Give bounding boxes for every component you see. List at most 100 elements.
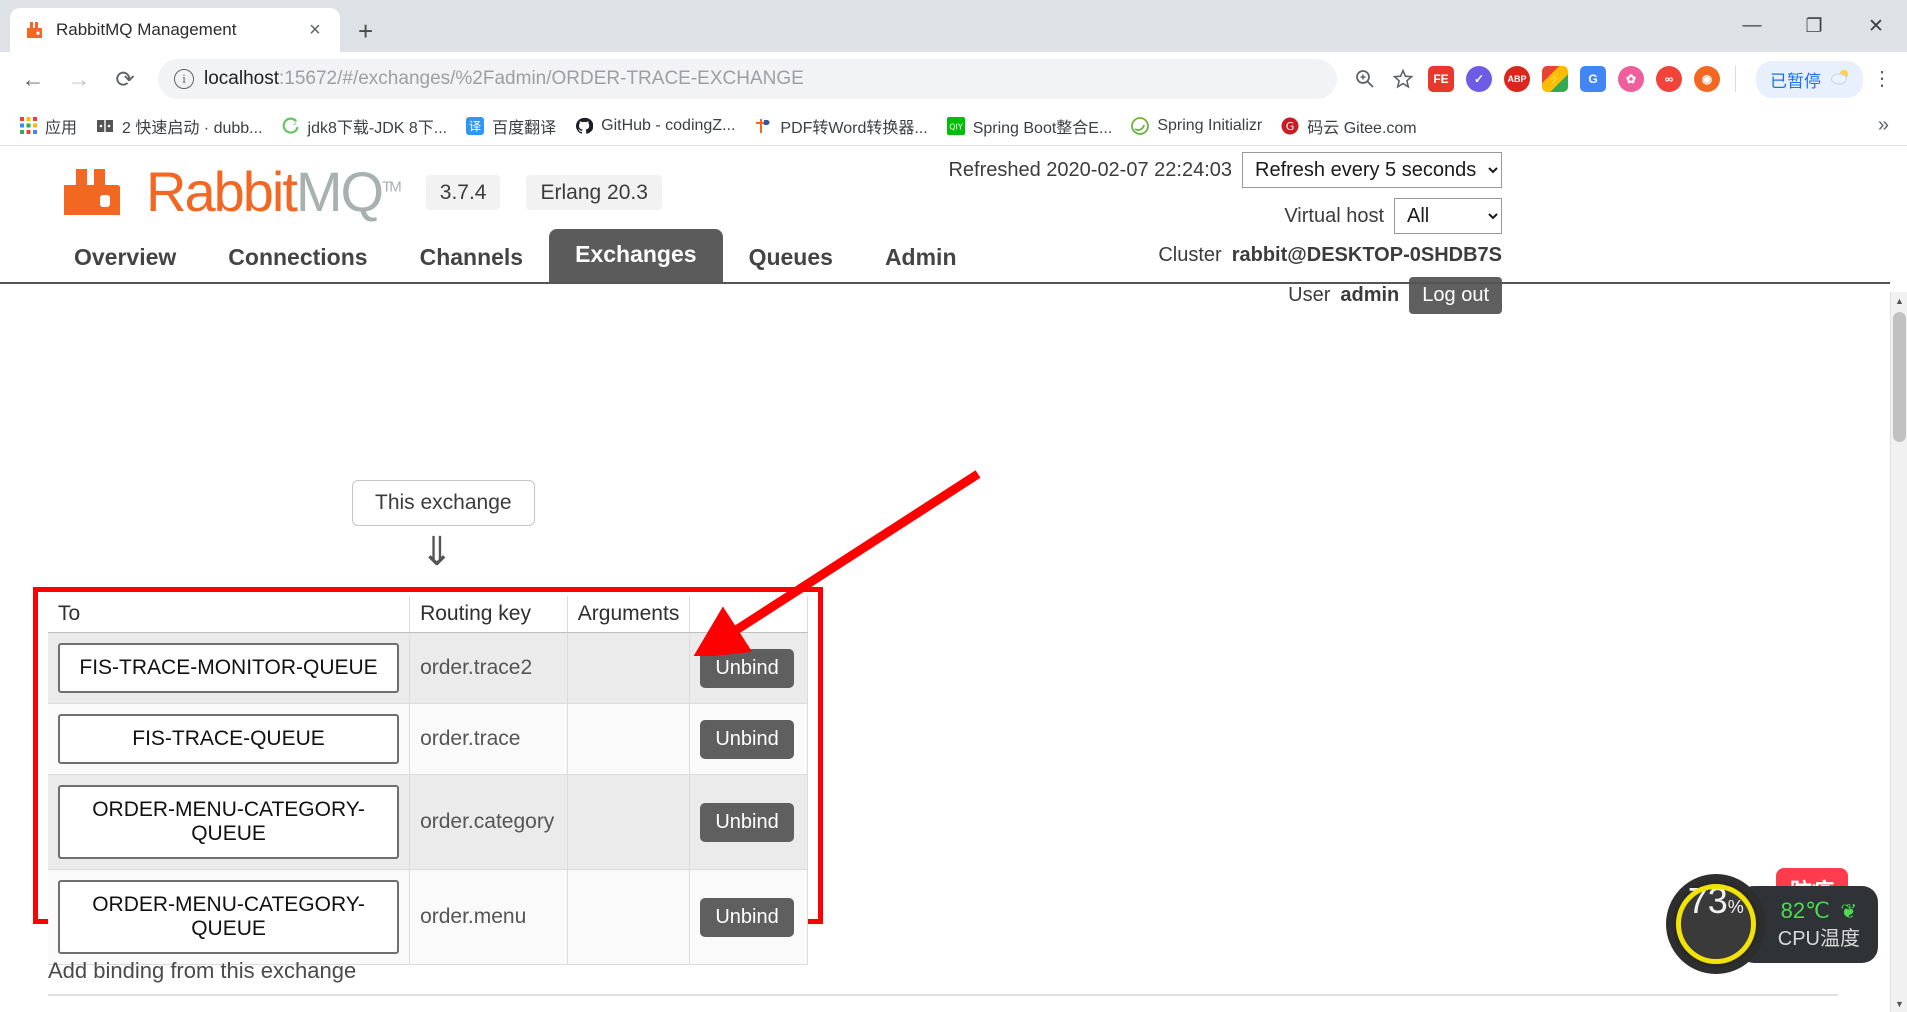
tab-exchanges[interactable]: Exchanges <box>549 229 723 282</box>
logo-rabbit-text: Rabbit <box>146 160 298 223</box>
close-icon[interactable]: × <box>304 20 326 40</box>
google-translate-icon[interactable]: G <box>1577 63 1609 95</box>
bookmark-label: jdk8下载-JDK 8下... <box>307 119 448 137</box>
tab-title: RabbitMQ Management <box>56 20 237 39</box>
bookmark-pdf-to-word[interactable]: PDF转Word转换器... <box>745 110 935 142</box>
bookmark-star-icon[interactable] <box>1387 63 1419 95</box>
tab-channels[interactable]: Channels <box>394 234 550 282</box>
vhost-row: Virtual host All <box>948 198 1502 234</box>
unbind-button[interactable]: Unbind <box>700 897 794 937</box>
svg-text:译: 译 <box>469 119 481 133</box>
queue-link[interactable]: ORDER-MENU-CATEGORY-QUEUE <box>58 785 400 859</box>
tab-connections[interactable]: Connections <box>202 234 393 282</box>
lightning-extension-icon[interactable]: ⚡ <box>1539 63 1571 95</box>
svg-text:G: G <box>1286 120 1295 133</box>
maximize-icon[interactable]: ❐ <box>1783 0 1845 52</box>
pinwheel-extension-icon[interactable]: ✿ <box>1615 63 1647 95</box>
user-label: User <box>1288 284 1331 306</box>
infinity-extension-icon[interactable]: ∞ <box>1653 63 1685 95</box>
browser-tab[interactable]: RabbitMQ Management × <box>10 8 340 52</box>
app-header: RabbitMQTM 3.7.4 Erlang 20.3 Refreshed 2… <box>0 146 1890 314</box>
translate-icon: 译 <box>465 116 485 136</box>
tab-admin[interactable]: Admin <box>859 234 983 282</box>
book-icon <box>95 116 115 136</box>
minimize-icon[interactable]: — <box>1721 0 1783 52</box>
cpu-temp-row: 82℃ ❦ <box>1778 896 1860 926</box>
cell-action: Unbind <box>689 774 808 870</box>
brand-row: RabbitMQTM 3.7.4 Erlang 20.3 <box>0 164 1890 220</box>
user-name: admin <box>1340 284 1400 306</box>
scroll-down-icon[interactable]: ▼ <box>1891 995 1907 1012</box>
refresh-interval-select[interactable]: Refresh every 5 seconds <box>1242 152 1502 188</box>
bookmark-jdk[interactable]: 2 jdk8下载-JDK 8下... <box>273 110 456 142</box>
url-host: localhost <box>204 68 279 89</box>
cell-action: Unbind <box>689 632 808 704</box>
logo-mq-text: MQ <box>295 160 384 223</box>
bookmark-spring-initializr[interactable]: Spring Initializr <box>1122 112 1270 140</box>
refreshed-timestamp: Refreshed 2020-02-07 22:24:03 <box>948 158 1232 181</box>
zoom-icon[interactable] <box>1349 63 1381 95</box>
bookmark-label: 应用 <box>45 119 78 137</box>
check-circle-extension-icon[interactable]: ✓ <box>1463 63 1495 95</box>
unbind-button[interactable]: Unbind <box>700 719 794 759</box>
scroll-up-icon[interactable]: ▲ <box>1891 292 1907 309</box>
cell-routing-key: order.trace2 <box>409 632 568 704</box>
cell-destination: ORDER-MENU-CATEGORY-QUEUE <box>48 774 411 870</box>
bookmark-dubbo[interactable]: 2 快速启动 · dubb... <box>87 110 271 142</box>
queue-link[interactable]: FIS-TRACE-MONITOR-QUEUE <box>58 643 400 693</box>
scrollbar-thumb[interactable] <box>1893 312 1906 442</box>
bookmark-github[interactable]: GitHub - codingZ... <box>566 112 743 140</box>
paused-status-pill[interactable]: 已暂停 <box>1756 60 1863 98</box>
table-row: FIS-TRACE-MONITOR-QUEUE order.trace2 Unb… <box>48 632 808 704</box>
table-row: FIS-TRACE-QUEUE order.trace Unbind <box>48 703 808 775</box>
column-header-routing-key: Routing key <box>409 596 568 633</box>
bookmark-gitee[interactable]: G 码云 Gitee.com <box>1272 110 1424 142</box>
leaf-icon: ❦ <box>1840 900 1858 923</box>
cell-destination: FIS-TRACE-MONITOR-QUEUE <box>48 632 411 704</box>
bookmark-springboot[interactable]: QIY Spring Boot整合E... <box>938 110 1121 142</box>
back-icon[interactable]: ← <box>12 58 54 100</box>
queue-link[interactable]: ORDER-MENU-CATEGORY-QUEUE <box>58 880 400 954</box>
queue-link[interactable]: FIS-TRACE-QUEUE <box>58 714 400 764</box>
forward-icon[interactable]: → <box>58 58 100 100</box>
bookmarks-overflow-icon[interactable]: » <box>1878 114 1897 137</box>
table-row: ORDER-MENU-CATEGORY-QUEUE order.category… <box>48 774 808 870</box>
toolbar-icons: FE ✓ ABP ⚡ G ✿ ∞ ◉ 已暂停 ⋮ <box>1349 60 1895 98</box>
erlang-badge: Erlang 20.3 <box>526 174 662 210</box>
cell-routing-key: order.menu <box>409 869 568 965</box>
gitee-icon: G <box>1280 116 1300 136</box>
apps-grid-icon <box>18 116 38 136</box>
table-row: ORDER-MENU-CATEGORY-QUEUE order.menu Unb… <box>48 869 808 965</box>
bookmark-apps[interactable]: 应用 <box>10 110 85 142</box>
close-window-icon[interactable]: ✕ <box>1845 0 1907 52</box>
tab-overview[interactable]: Overview <box>48 234 202 282</box>
reload-icon[interactable]: ⟳ <box>104 58 146 100</box>
tab-queues[interactable]: Queues <box>723 234 859 282</box>
address-bar[interactable]: i localhost:15672/#/exchanges/%2Fadmin/O… <box>158 59 1337 99</box>
browser-toolbar: ← → ⟳ i localhost:15672/#/exchanges/%2Fa… <box>0 52 1907 106</box>
bookmark-label: Spring Initializr <box>1157 116 1263 134</box>
bookmark-label: Spring Boot整合E... <box>972 119 1113 137</box>
unbind-button[interactable]: Unbind <box>700 802 794 842</box>
bookmark-baidu-translate[interactable]: 译 百度翻译 <box>457 110 564 142</box>
fe-extension-icon[interactable]: FE <box>1425 63 1457 95</box>
bookmark-label: PDF转Word转换器... <box>780 119 928 137</box>
unbind-button[interactable]: Unbind <box>700 648 794 688</box>
cell-routing-key: order.trace <box>409 703 568 775</box>
site-info-icon[interactable]: i <box>174 69 194 89</box>
cpu-monitor-widget[interactable]: 73 % 82℃ ❦ CPU温度 <box>1665 874 1878 974</box>
logo-wordmark: RabbitMQTM <box>146 164 402 220</box>
svg-text:2: 2 <box>293 120 297 127</box>
qiy-icon: QIY <box>946 116 966 136</box>
bookmark-label: 2 快速启动 · dubb... <box>122 119 263 137</box>
vertical-scrollbar[interactable]: ▲ ▼ <box>1890 292 1907 1012</box>
chrome-menu-icon[interactable]: ⋮ <box>1869 69 1895 89</box>
adblock-plus-icon[interactable]: ABP <box>1501 63 1533 95</box>
virtual-host-select[interactable]: All <box>1394 198 1502 234</box>
bindings-table-body: FIS-TRACE-MONITOR-QUEUE order.trace2 Unb… <box>48 632 808 965</box>
new-tab-button[interactable]: + <box>358 18 373 44</box>
this-exchange-node: This exchange <box>352 480 535 526</box>
cell-arguments <box>567 774 691 870</box>
lifebuoy-extension-icon[interactable]: ◉ <box>1691 63 1723 95</box>
refresh-row: Refreshed 2020-02-07 22:24:03 Refresh ev… <box>948 152 1502 188</box>
